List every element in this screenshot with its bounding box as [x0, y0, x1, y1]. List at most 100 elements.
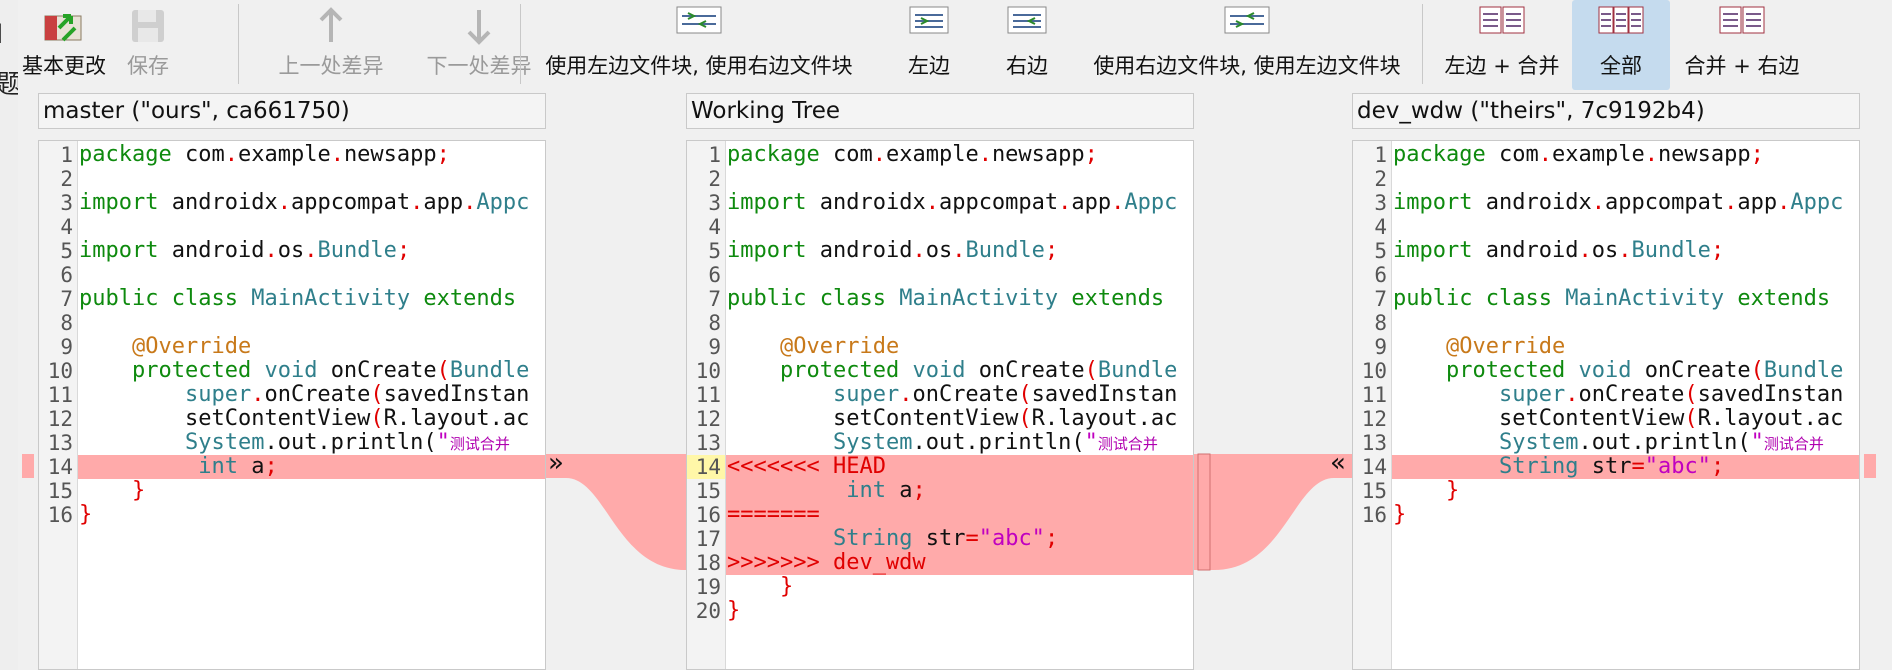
merge-right-left-icon	[1224, 6, 1270, 34]
line-number: 17	[695, 527, 721, 551]
line-number: 1	[1374, 143, 1387, 167]
conflict-head-line: <<<<<<< HEAD	[727, 454, 886, 479]
save-button[interactable]: 保存	[118, 0, 178, 90]
line-number: 2	[1374, 167, 1387, 191]
code-line: String str="abc";	[1498, 454, 1725, 479]
code-line: super.onCreate(savedInstan	[184, 382, 530, 407]
code-line: }	[79, 502, 93, 527]
right-label: 右边	[1006, 54, 1048, 78]
take-left-icon	[909, 6, 949, 34]
code-line: }	[1393, 502, 1407, 527]
all-label: 全部	[1600, 54, 1642, 78]
all-button[interactable]: 全部	[1572, 0, 1670, 90]
middle-pane-title: Working Tree	[686, 93, 1194, 129]
line-number: 5	[60, 239, 73, 263]
merge-editor[interactable]: 1 2 3 4 5 6 7 8 9 10 11 12 13 14 15 16 1…	[686, 140, 1194, 670]
use-left-then-right-label: 使用左边文件块, 使用右边文件块	[545, 54, 853, 78]
code-line: super.onCreate(savedInstan	[832, 382, 1178, 407]
right-button[interactable]: 右边	[990, 0, 1064, 90]
code-line: import androidx.appcompat.app.Appc	[79, 190, 530, 215]
next-diff-button[interactable]: 下一处差异	[404, 0, 554, 90]
arrow-down-icon	[467, 10, 491, 45]
right-pane-title: dev_wdw ("theirs", 7c9192b4)	[1352, 93, 1860, 129]
layout-left-merge-icon	[1479, 6, 1525, 34]
layout-merge-right-icon	[1719, 6, 1765, 34]
line-number: 3	[708, 191, 721, 215]
conflict-separator-line: =======	[727, 502, 820, 527]
layout-all-icon	[1598, 6, 1644, 34]
line-number: 5	[708, 239, 721, 263]
left-button[interactable]: 左边	[892, 0, 966, 90]
code-line: int a;	[198, 454, 278, 479]
code-line: package com.example.newsapp;	[1393, 142, 1764, 167]
line-number: 6	[1374, 263, 1387, 287]
left-diff-connector	[546, 454, 686, 570]
left-plus-merge-button[interactable]: 左边 + 合并	[1434, 0, 1570, 90]
line-number: 13	[1361, 431, 1387, 455]
line-number: 10	[1361, 359, 1387, 383]
toolbar-separator	[238, 4, 239, 84]
arrow-up-icon	[319, 7, 343, 42]
line-number: 15	[695, 479, 721, 503]
line-number: 7	[1374, 287, 1387, 311]
line-number: 19	[695, 575, 721, 599]
conflict-tail-line: >>>>>>> dev_wdw	[727, 550, 926, 575]
line-number: 8	[1374, 311, 1387, 335]
merge-left-right-icon	[676, 6, 722, 34]
line-number: 1	[60, 143, 73, 167]
merge-plus-right-label: 合并 + 右边	[1684, 54, 1800, 78]
line-number: 9	[60, 335, 73, 359]
code-line: }	[727, 598, 741, 623]
line-number: 4	[60, 215, 73, 239]
line-number: 16	[695, 503, 721, 527]
copy-right-to-merge-arrow[interactable]: «	[1330, 448, 1346, 478]
left-plus-merge-label: 左边 + 合并	[1444, 54, 1560, 78]
toolbar-separator	[1422, 4, 1423, 84]
code-line: setContentView(R.layout.ac	[832, 406, 1178, 431]
line-number: 4	[708, 215, 721, 239]
right-editor[interactable]: 1 2 3 4 5 6 7 8 9 10 11 12 13 14 15 16 p…	[1352, 140, 1860, 670]
save-label: 保存	[127, 54, 169, 78]
code-line: package com.example.newsapp;	[79, 142, 450, 167]
edge-glyph: 题	[0, 70, 18, 100]
code-line: import android.os.Bundle;	[727, 238, 1059, 263]
code-line: protected void onCreate(Bundle	[131, 358, 530, 383]
basic-changes-icon	[44, 14, 82, 42]
basic-changes-button[interactable]: 基本更改	[22, 0, 106, 90]
merge-plus-right-button[interactable]: 合并 + 右边	[1674, 0, 1810, 90]
line-number: 7	[708, 287, 721, 311]
line-number: 1	[708, 143, 721, 167]
code-line: public class MainActivity extends	[79, 286, 517, 311]
code-line: import android.os.Bundle;	[79, 238, 411, 263]
code-line: int a;	[846, 478, 926, 503]
code-line: @Override	[131, 334, 252, 359]
code-line: System.out.println("测试合并	[184, 430, 510, 455]
basic-changes-label: 基本更改	[22, 54, 106, 78]
line-number: 14	[695, 455, 721, 479]
code-line: }	[779, 574, 794, 599]
left-editor[interactable]: 1 2 3 4 5 6 7 8 9 10 11 12 13 14 15 16 p…	[38, 140, 546, 670]
code-line: System.out.println("测试合并	[1498, 430, 1824, 455]
code-line: setContentView(R.layout.ac	[184, 406, 530, 431]
right-overview-marker	[1864, 454, 1876, 478]
left-label: 左边	[908, 54, 950, 78]
line-number: 15	[1361, 479, 1387, 503]
line-number-gutter: 1 2 3 4 5 6 7 8 9 10 11 12 13 14 15 16	[39, 141, 78, 669]
code-line: package com.example.newsapp;	[727, 142, 1098, 167]
line-number: 15	[47, 479, 73, 503]
copy-left-to-merge-arrow[interactable]: »	[548, 448, 564, 478]
line-number: 11	[1361, 383, 1387, 407]
code-line: protected void onCreate(Bundle	[779, 358, 1178, 383]
line-number: 2	[708, 167, 721, 191]
code-line: import androidx.appcompat.app.Appc	[727, 190, 1178, 215]
prev-diff-button[interactable]: 上一处差异	[256, 0, 406, 90]
code-line: }	[131, 478, 146, 503]
use-right-then-left-button[interactable]: 使用右边文件块, 使用左边文件块	[1082, 0, 1412, 90]
left-overview-marker	[22, 454, 34, 478]
use-left-then-right-button[interactable]: 使用左边文件块, 使用右边文件块	[534, 0, 864, 90]
line-number-gutter: 1 2 3 4 5 6 7 8 9 10 11 12 13 14 15 16 1…	[687, 141, 726, 669]
edge-strip: l 题	[0, 0, 18, 670]
prev-diff-label: 上一处差异	[278, 54, 384, 78]
line-number: 18	[695, 551, 721, 575]
line-number: 9	[708, 335, 721, 359]
